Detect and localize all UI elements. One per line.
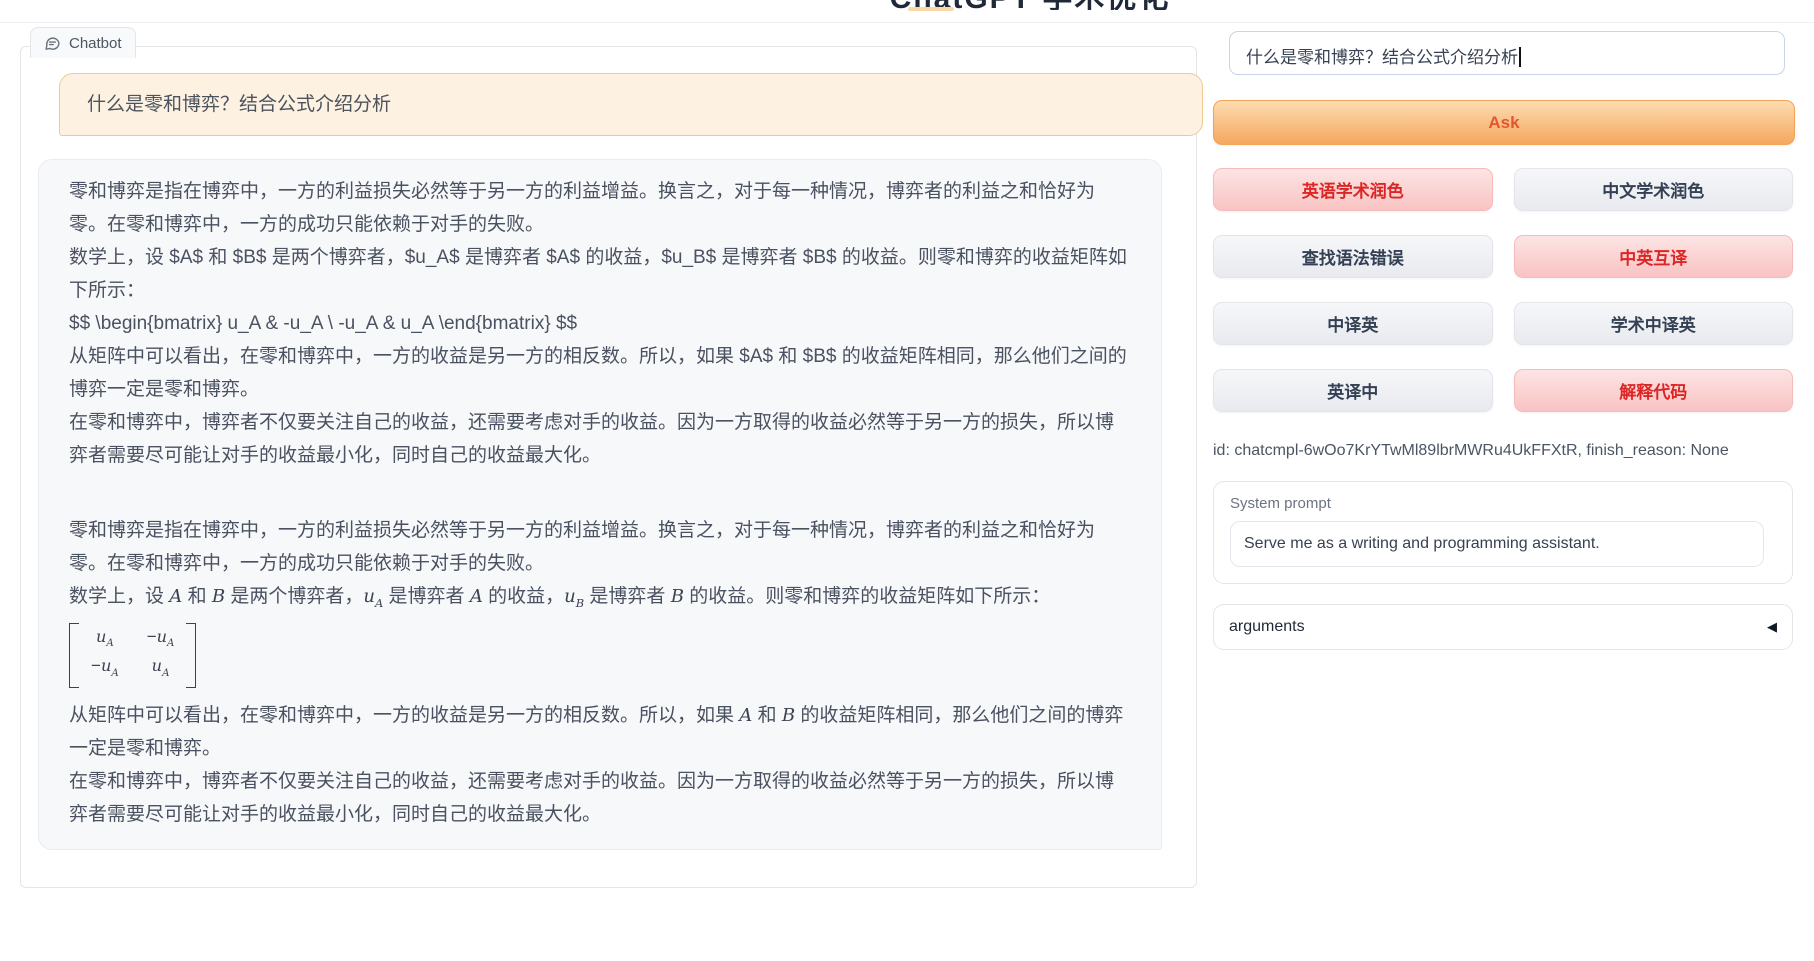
accordion-collapse-arrow-icon[interactable]: ◀: [1767, 619, 1777, 635]
quick-action-button[interactable]: 中译英: [1213, 302, 1493, 345]
bot-rendered-paragraph: 数学上，设 A 和 B 是两个博弈者，uA 是博弈者 A 的收益，uB 是博弈者…: [69, 580, 1131, 620]
quick-action-button[interactable]: 查找语法错误: [1213, 235, 1493, 278]
arguments-accordion-header[interactable]: arguments ◀: [1213, 604, 1793, 650]
question-input-value: 什么是零和博弈？结合公式介绍分析: [1246, 48, 1518, 67]
quick-action-button[interactable]: 英译中: [1213, 369, 1493, 412]
quick-action-button[interactable]: 学术中译英: [1514, 302, 1794, 345]
system-prompt-card: System prompt: [1213, 481, 1793, 584]
user-message-text: 什么是零和博弈？结合公式介绍分析: [87, 88, 391, 121]
question-input[interactable]: 什么是零和博弈？结合公式介绍分析: [1229, 31, 1785, 75]
matrix-left-bracket: [69, 623, 79, 688]
matrix-cell: −uA: [147, 626, 175, 655]
system-prompt-input[interactable]: [1230, 521, 1764, 567]
chatbot-panel-label-text: Chatbot: [69, 35, 122, 52]
chatbot-panel-label: Chatbot: [30, 27, 136, 58]
bot-rendered-paragraph: 从矩阵中可以看出，在零和博弈中，一方的收益是另一方的相反数。所以，如果 A 和 …: [69, 699, 1131, 765]
ask-button-label: Ask: [1488, 113, 1519, 133]
quick-action-button[interactable]: 英语学术润色: [1213, 168, 1493, 211]
top-divider: [0, 22, 1814, 23]
matrix-cell: uA: [147, 655, 175, 684]
message-section-gap: [69, 472, 1131, 514]
chat-bubble-icon: [44, 35, 61, 52]
matrix-cell: uA: [91, 626, 119, 655]
bot-raw-paragraph: 数学上，设 $A$ 和 $B$ 是两个博弈者，$u_A$ 是博弈者 $A$ 的收…: [69, 241, 1131, 307]
matrix-right-bracket: [186, 623, 196, 688]
bot-raw-paragraph: 在零和博弈中，博弈者不仅要关注自己的收益，还需要考虑对手的收益。因为一方取得的收…: [69, 406, 1131, 472]
system-prompt-label: System prompt: [1230, 495, 1776, 512]
quick-action-button[interactable]: 中文学术润色: [1514, 168, 1794, 211]
status-line: id: chatcmpl-6wOo7KrYTwMl89lbrMWRu4UkFFX…: [1213, 442, 1729, 460]
payoff-matrix: uA−uA−uAuA: [69, 623, 196, 688]
bot-raw-paragraph: 零和博弈是指在博弈中，一方的利益损失必然等于另一方的利益增益。换言之，对于每一种…: [69, 175, 1131, 241]
bot-raw-paragraph: 从矩阵中可以看出，在零和博弈中，一方的收益是另一方的相反数。所以，如果 $A$ …: [69, 340, 1131, 406]
quick-action-button[interactable]: 中英互译: [1514, 235, 1794, 278]
quick-action-button[interactable]: 解释代码: [1514, 369, 1794, 412]
bot-rendered-paragraph: 零和博弈是指在博弈中，一方的利益损失必然等于另一方的利益增益。换言之，对于每一种…: [69, 514, 1131, 580]
bot-raw-formula: $$ \begin{bmatrix} u_A & -u_A \ -u_A & u…: [69, 307, 1131, 340]
ask-button[interactable]: Ask: [1213, 100, 1795, 145]
user-message-bubble: 什么是零和博弈？结合公式介绍分析: [59, 73, 1203, 136]
text-caret: [1519, 47, 1521, 67]
bot-rendered-paragraph: 在零和博弈中，博弈者不仅要关注自己的收益，还需要考虑对手的收益。因为一方取得的收…: [69, 765, 1131, 831]
matrix-cells: uA−uA−uAuA: [79, 623, 186, 688]
chatbot-panel: 什么是零和博弈？结合公式介绍分析 零和博弈是指在博弈中，一方的利益损失必然等于另…: [20, 46, 1197, 888]
arguments-accordion-label: arguments: [1229, 618, 1305, 636]
title-underline-decoration: [908, 7, 954, 11]
matrix-cell: −uA: [91, 655, 119, 684]
bot-message-bubble: 零和博弈是指在博弈中，一方的利益损失必然等于另一方的利益增益。换言之，对于每一种…: [38, 159, 1162, 850]
quick-actions-grid: 英语学术润色中文学术润色查找语法错误中英互译中译英学术中译英英译中解释代码: [1213, 168, 1793, 412]
